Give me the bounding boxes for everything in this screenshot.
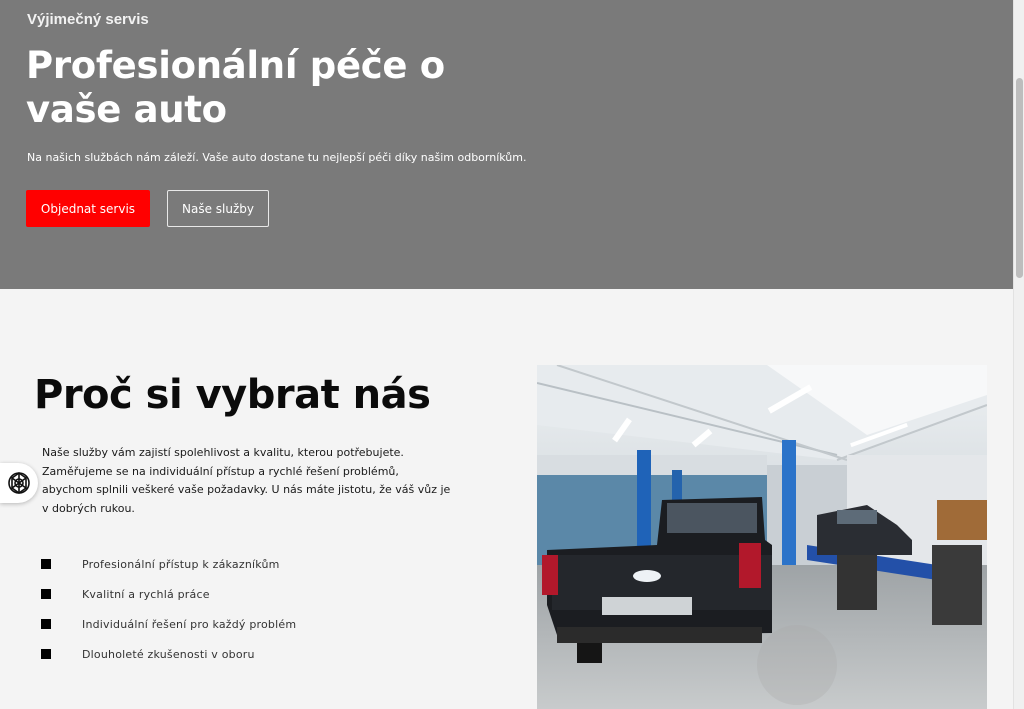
feature-label: Kvalitní a rychlá práce: [82, 587, 210, 601]
accessibility-widget-button[interactable]: [0, 463, 38, 503]
feature-label: Individuální řešení pro každý problém: [82, 617, 297, 631]
list-item: Dlouholeté zkušenosti v oboru: [41, 639, 296, 669]
bullet-icon: [41, 589, 51, 599]
list-item: Individuální řešení pro každý problém: [41, 609, 296, 639]
order-service-button[interactable]: Objednat servis: [26, 190, 150, 227]
hero-eyebrow: Výjimečný servis: [27, 11, 149, 28]
list-item: Kvalitní a rychlá práce: [41, 579, 296, 609]
feature-label: Profesionální přístup k zákazníkům: [82, 557, 280, 571]
feature-list: Profesionální přístup k zákazníkům Kvali…: [41, 549, 296, 669]
list-item: Profesionální přístup k zákazníkům: [41, 549, 296, 579]
hero-section: Výjimečný servis Profesionální péče o va…: [0, 0, 1013, 289]
bullet-icon: [41, 559, 51, 569]
accessibility-icon: [8, 472, 30, 494]
hero-description: Na našich službách nám záleží. Vaše auto…: [27, 151, 527, 164]
bullet-icon: [41, 619, 51, 629]
feature-label: Dlouholeté zkušenosti v oboru: [82, 647, 255, 661]
bullet-icon: [41, 649, 51, 659]
hero-title: Profesionální péče o vaše auto: [26, 44, 445, 131]
page-scrollbar[interactable]: [1013, 0, 1024, 709]
scrollbar-thumb[interactable]: [1016, 78, 1023, 278]
our-services-button[interactable]: Naše služby: [167, 190, 269, 227]
why-us-text: Naše služby vám zajistí spolehlivost a k…: [42, 446, 451, 515]
garage-photo: [537, 365, 987, 709]
why-us-title: Proč si vybrat nás: [34, 372, 431, 418]
